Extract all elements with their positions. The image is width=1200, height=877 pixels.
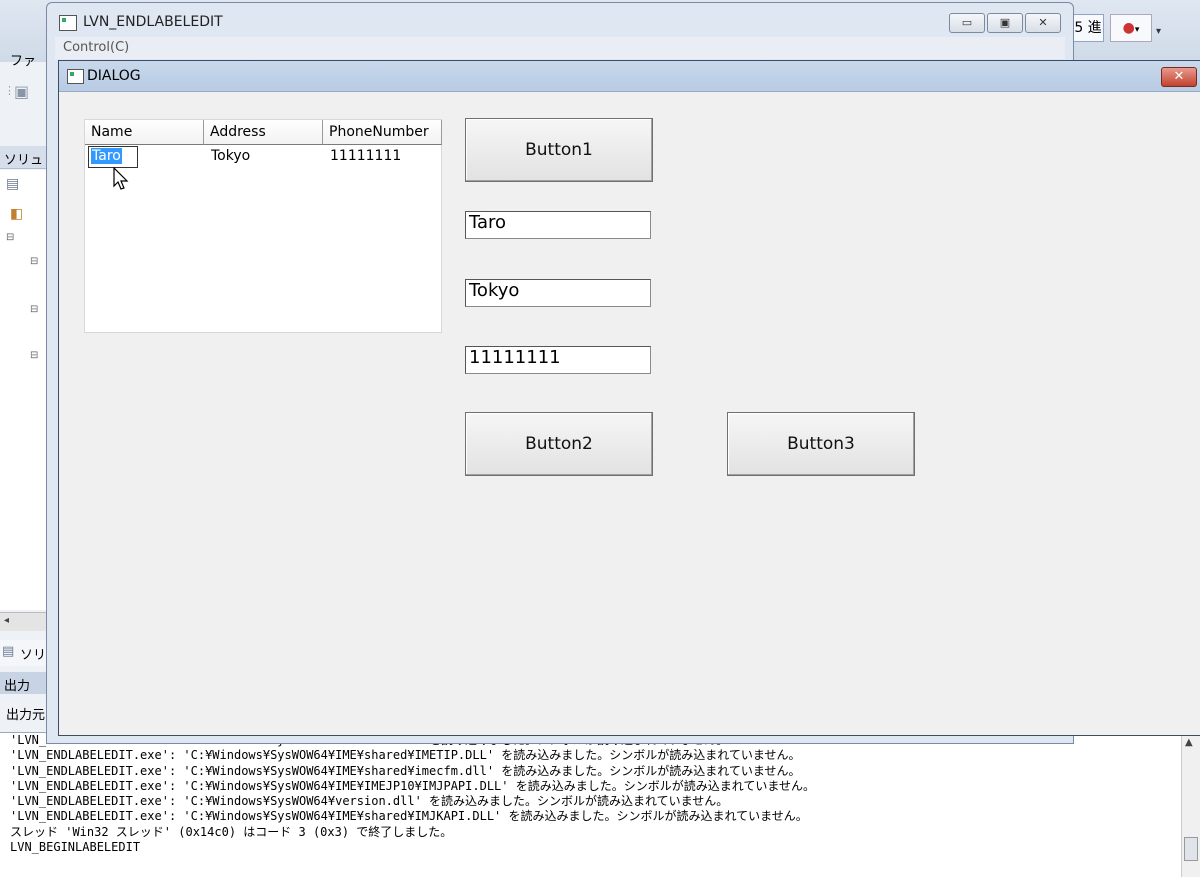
- solution-tab-icon: ▤: [2, 644, 15, 659]
- output-header: 出力: [0, 672, 50, 694]
- list-view[interactable]: Name Address PhoneNumber Taro Tokyo 1111…: [84, 119, 442, 333]
- tree-expand-icon[interactable]: ⊟: [30, 256, 38, 267]
- breakpoint-dropdown-button[interactable]: ●▾: [1110, 14, 1152, 42]
- close-button[interactable]: ✕: [1025, 13, 1061, 33]
- solution-explorer-title: ソリュ: [4, 153, 44, 168]
- ide-right-toolbar: 5 進 ●▾ ▾: [1072, 10, 1200, 44]
- solution-tab-label: ソリ: [20, 648, 47, 663]
- column-header-phone[interactable]: PhoneNumber: [323, 120, 442, 145]
- column-header-name[interactable]: Name: [85, 120, 204, 145]
- output-line: 'LVN_ENDLABELEDIT.exe': 'C:¥Windows¥SysW…: [10, 794, 729, 809]
- menu-control[interactable]: Control(C): [63, 40, 129, 55]
- breakpoint-icon: ●: [1122, 20, 1135, 36]
- scroll-left-icon[interactable]: ◂: [4, 615, 9, 626]
- toolbar-overflow-icon[interactable]: ▾: [1156, 26, 1161, 37]
- address-edit-field[interactable]: Tokyo: [465, 279, 651, 307]
- minimize-icon: ▭: [961, 16, 973, 29]
- dialog-titlebar[interactable]: DIALOG ✕: [59, 61, 1200, 92]
- column-header-label: Address: [210, 124, 266, 140]
- tree-expand-icon[interactable]: ⊟: [30, 350, 38, 361]
- name-edit-field[interactable]: Taro: [465, 211, 651, 239]
- main-window-title: LVN_ENDLABELEDIT: [83, 14, 223, 30]
- dialog-window: DIALOG ✕ Name Address PhoneNumber Taro T…: [58, 60, 1200, 736]
- output-line: スレッド 'Win32 スレッド' (0x14c0) はコード 3 (0x3) …: [10, 824, 453, 839]
- window-app-icon: [67, 69, 84, 84]
- button1[interactable]: Button1: [465, 118, 653, 182]
- output-title: 出力: [4, 679, 31, 694]
- copy-icon[interactable]: ▣: [14, 82, 29, 101]
- minimize-button[interactable]: ▭: [949, 13, 985, 33]
- menu-bar: Control(C): [55, 37, 1065, 59]
- label-edit-selected-text: Taro: [91, 148, 122, 164]
- solution-tree[interactable]: ▤ ◧ ⊟ ⊟ ⊟ ⊟: [0, 170, 50, 610]
- column-header-label: Name: [91, 124, 133, 140]
- column-header-address[interactable]: Address: [204, 120, 323, 145]
- column-header-label: PhoneNumber: [329, 124, 429, 140]
- maximize-icon: ▣: [999, 16, 1011, 29]
- tree-expand-icon[interactable]: ⊟: [30, 304, 38, 315]
- close-icon: ✕: [1173, 69, 1185, 84]
- output-source-label: 出力元: [6, 708, 46, 723]
- scroll-thumb[interactable]: [1184, 837, 1198, 861]
- output-line: 'LVN_ENDLABELEDIT.exe': 'C:¥Windows¥SysW…: [10, 778, 816, 793]
- output-line: LVN_BEGINLABELEDIT: [10, 840, 141, 855]
- solution-explorer-header: ソリュ: [0, 146, 50, 169]
- solution-tab[interactable]: ▤ ソリ: [0, 640, 50, 666]
- output-line: 'LVN_ENDLABELEDIT.exe': 'C:¥Windows¥SysW…: [10, 763, 801, 778]
- close-icon: ✕: [1038, 16, 1048, 29]
- output-line: 'LVN_ENDLABELEDIT.exe': 'C:¥Windows¥SysW…: [10, 748, 801, 763]
- mouse-cursor-icon: [113, 167, 129, 190]
- ide-toolbar: ⋮ ▣: [2, 78, 52, 108]
- dialog-close-button[interactable]: ✕: [1161, 67, 1197, 87]
- ide-menu-file[interactable]: ファ: [10, 50, 36, 69]
- button2[interactable]: Button2: [465, 412, 653, 476]
- label-edit-box[interactable]: Taro: [88, 146, 138, 168]
- solution-icon: ◧: [10, 206, 24, 222]
- tree-horizontal-scrollbar[interactable]: ◂: [0, 612, 50, 631]
- maximize-button[interactable]: ▣: [987, 13, 1023, 33]
- dialog-title: DIALOG: [87, 68, 141, 84]
- cell-address: Tokyo: [211, 148, 251, 164]
- hex-toggle-button[interactable]: 5 進: [1072, 14, 1104, 42]
- output-line: 'LVN_ENDLABELEDIT.exe': 'C:¥Windows¥SysW…: [10, 809, 808, 824]
- scroll-up-icon[interactable]: ▲: [1185, 737, 1193, 748]
- tree-expand-icon[interactable]: ⊟: [6, 232, 14, 243]
- button3[interactable]: Button3: [727, 412, 915, 476]
- output-text: 'LVN_ENDLABELEDIT.exe': 'C:¥Windows¥SysW…: [10, 733, 815, 855]
- cell-phone: 11111111: [330, 148, 402, 164]
- output-pane[interactable]: 'LVN_ENDLABELEDIT.exe': 'C:¥Windows¥SysW…: [0, 732, 1200, 877]
- chevron-down-icon: ▾: [1134, 25, 1140, 35]
- phone-edit-field[interactable]: 11111111: [465, 346, 651, 374]
- properties-icon[interactable]: ▤: [6, 176, 19, 192]
- window-app-icon: [59, 15, 77, 31]
- output-vertical-scrollbar[interactable]: ▲: [1181, 733, 1200, 877]
